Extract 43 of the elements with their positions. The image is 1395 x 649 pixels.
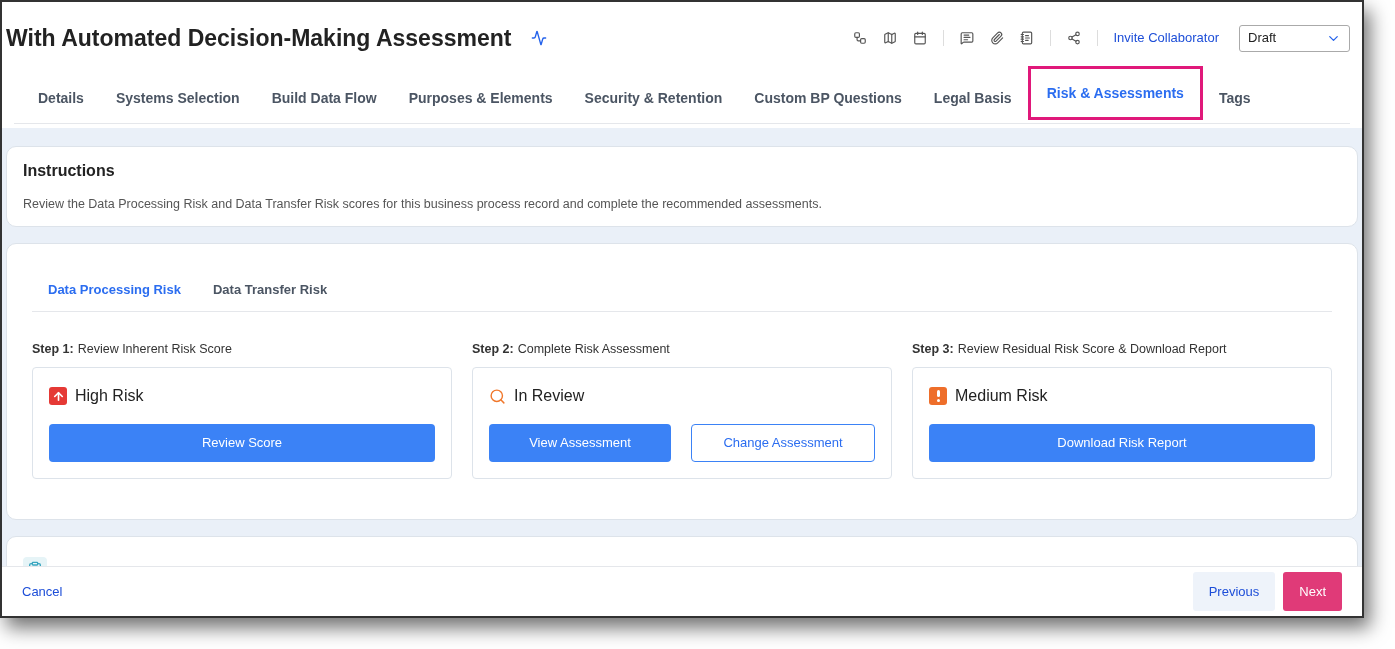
instructions-title: Instructions [23,161,116,181]
tab[interactable]: Custom BP Questions [738,74,918,123]
paperclip-icon[interactable] [989,31,1004,45]
risk-tab[interactable]: Data Transfer Risk [196,267,344,312]
invite-collaborator-link[interactable]: Invite Collaborator [1113,28,1219,48]
tab[interactable]: Build Data Flow [255,74,393,123]
action-button[interactable]: Download Risk Report [929,424,1315,462]
action-button[interactable]: Change Assessment [691,424,875,462]
risk-tab[interactable]: Data Processing Risk [32,267,197,312]
map-icon[interactable] [882,31,897,45]
previous-button[interactable]: Previous [1192,572,1276,611]
tab[interactable]: Details [22,74,100,123]
exclamation-icon [929,387,947,405]
risk-status: Medium Risk [955,386,1048,406]
activity-icon[interactable] [531,30,548,46]
workflow-icon[interactable] [852,31,867,45]
arrow-up-icon [49,387,67,405]
action-button[interactable]: Review Score [49,424,435,462]
action-button[interactable]: View Assessment [489,424,671,462]
risk-status: High Risk [75,386,144,406]
calendar-icon[interactable] [912,31,927,45]
next-button[interactable]: Next [1283,572,1342,611]
tab[interactable]: Legal Basis [917,74,1028,123]
comment-icon[interactable] [959,31,974,45]
step-number: Step 3: [912,341,954,359]
step-number: Step 1: [32,341,74,359]
tab[interactable]: Risk & Assessments [1027,66,1203,120]
step-number: Step 2: [472,341,514,359]
step-description: Review Residual Risk Score & Download Report [957,341,1227,359]
page-title: With Automated Decision-Making Assessment [6,23,512,53]
tab[interactable]: Tags [1202,74,1267,123]
notebook-icon[interactable] [1019,31,1034,45]
status-select[interactable]: Draft [1239,24,1350,52]
step-description: Review Inherent Risk Score [77,341,232,359]
instructions-text: Review the Data Processing Risk and Data Transfer Risk scores for this business process record and complete the recommended assessments. [23,196,823,213]
tab[interactable]: Purposes & Elements [392,74,569,123]
step-description: Complete Risk Assessment [517,341,670,359]
search-icon [489,387,506,405]
cancel-link[interactable]: Cancel [22,581,63,602]
share-icon[interactable] [1066,31,1081,45]
risk-status: In Review [514,386,585,406]
tab[interactable]: Security & Retention [568,74,739,123]
tab[interactable]: Systems Selection [99,74,256,123]
